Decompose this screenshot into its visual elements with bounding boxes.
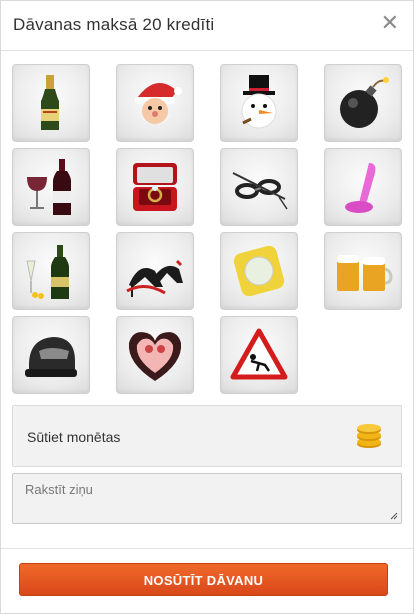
gift-dialog: Dāvanas maksā 20 kredīti ✕ Sūtiet monēta… xyxy=(0,0,414,614)
close-icon[interactable]: ✕ xyxy=(381,13,399,35)
gift-santa[interactable] xyxy=(116,64,194,142)
send-gift-button[interactable]: NOSŪTĪT DĀVANU xyxy=(19,563,388,596)
bomb-icon xyxy=(340,77,389,128)
gift-ring-box[interactable] xyxy=(116,148,194,226)
pink-toy-icon xyxy=(345,163,376,213)
dialog-header: Dāvanas maksā 20 kredīti ✕ xyxy=(1,1,413,51)
message-placeholder: Rakstīt ziņu xyxy=(25,482,93,497)
send-coins-label: Sūtiet monētas xyxy=(27,429,121,445)
resize-grip-icon[interactable] xyxy=(389,511,398,520)
gift-champagne-bottle[interactable] xyxy=(12,64,90,142)
warning-sign-icon xyxy=(230,328,288,380)
champagne-flutes-icon xyxy=(26,245,69,299)
footer-divider xyxy=(1,548,413,549)
high-heels-icon xyxy=(126,259,183,297)
gift-bomb[interactable] xyxy=(324,64,402,142)
gold-coins-icon xyxy=(357,424,381,448)
heart-couple-icon xyxy=(128,332,182,381)
gift-motorcycle-helmet[interactable] xyxy=(12,316,90,394)
gift-snowman[interactable] xyxy=(220,64,298,142)
handcuffs-whip-icon xyxy=(232,172,288,210)
wine-bottle-glass-icon xyxy=(27,159,71,215)
send-coins-row[interactable]: Sūtiet monētas xyxy=(12,405,402,467)
motorcycle-helmet-icon xyxy=(25,337,77,377)
gift-pink-toy[interactable] xyxy=(324,148,402,226)
snowman-top-hat-icon xyxy=(241,75,277,129)
beer-mugs-icon xyxy=(337,255,393,291)
gift-beer-mugs[interactable] xyxy=(324,232,402,310)
gift-wine[interactable] xyxy=(12,148,90,226)
ring-box-icon xyxy=(133,163,177,211)
gift-high-heels[interactable] xyxy=(116,232,194,310)
gift-warning-sign[interactable] xyxy=(220,316,298,394)
gift-condom[interactable] xyxy=(220,232,298,310)
gift-heart-couple[interactable] xyxy=(116,316,194,394)
gift-champagne-flutes[interactable] xyxy=(12,232,90,310)
gift-handcuffs[interactable] xyxy=(220,148,298,226)
dialog-title: Dāvanas maksā 20 kredīti xyxy=(13,15,215,34)
santa-claus-icon xyxy=(135,83,182,125)
message-textarea[interactable]: Rakstīt ziņu xyxy=(12,473,402,524)
condom-icon xyxy=(233,245,285,297)
champagne-bottle-icon xyxy=(41,75,59,130)
